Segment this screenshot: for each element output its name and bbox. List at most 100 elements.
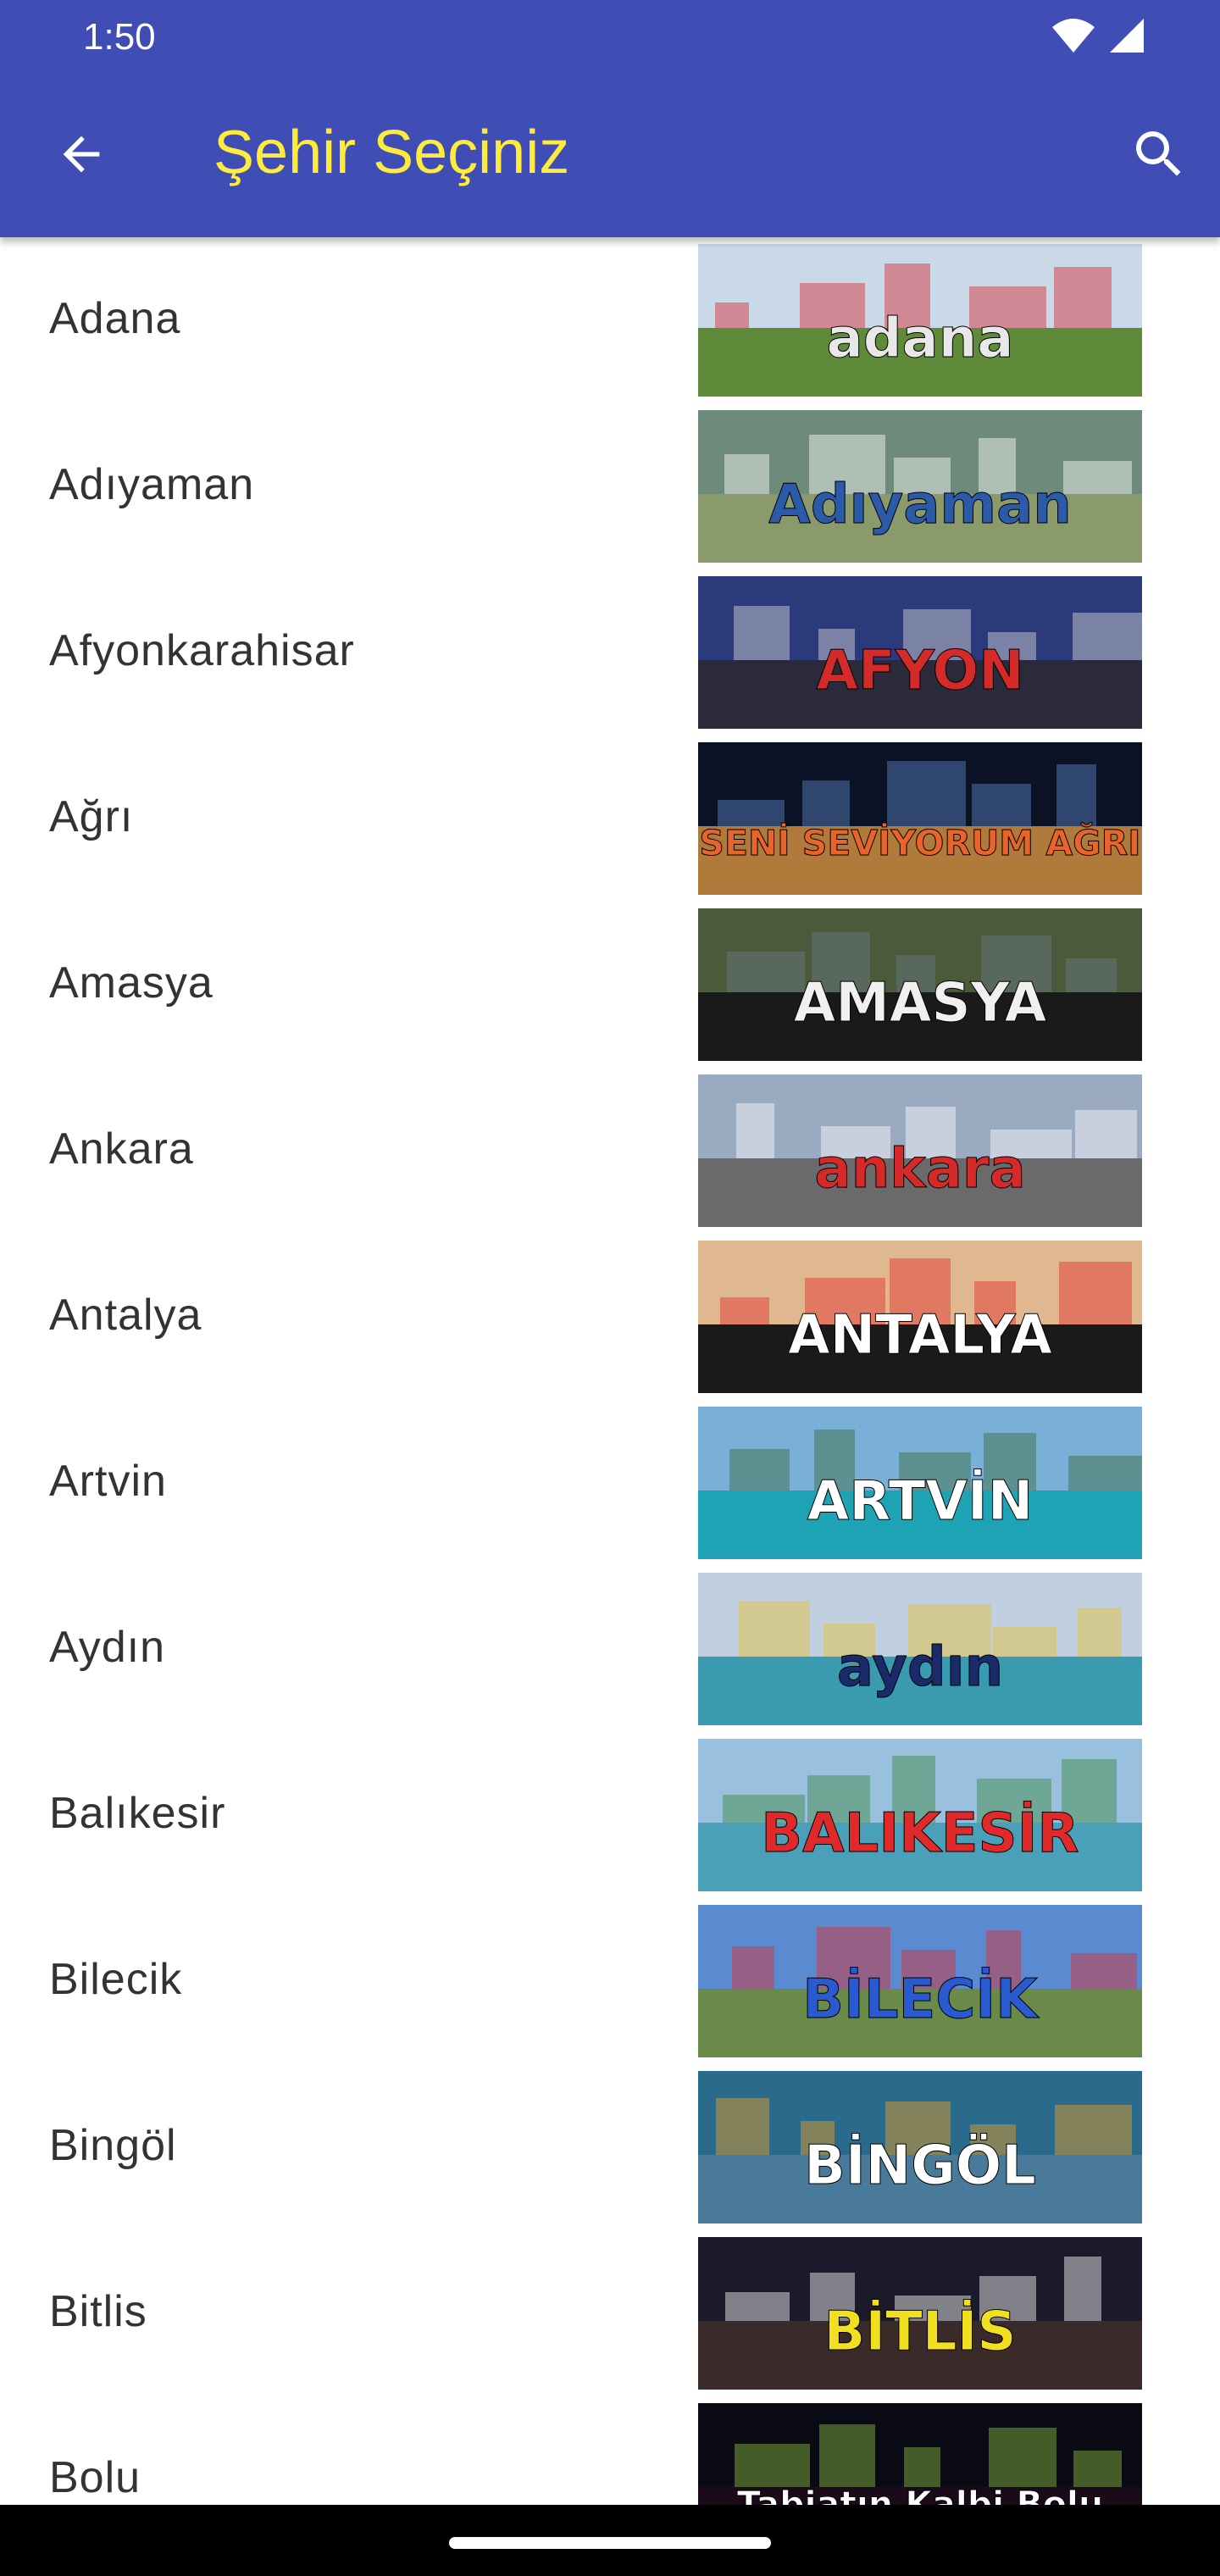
search-button[interactable] xyxy=(1118,115,1200,197)
photo-scenery xyxy=(724,454,769,494)
city-photo: BİLECİK xyxy=(698,1905,1142,2057)
list-item-7[interactable]: Artvin ARTVİN xyxy=(0,1400,1220,1566)
screen: 1:50 Şehir Seçiniz Adana adana Adıyaman … xyxy=(0,0,1220,2576)
city-photo-image: SENİ SEVİYORUM AĞRI xyxy=(698,742,1142,895)
city-photo-image: ARTVİN xyxy=(698,1407,1142,1559)
photo-scenery xyxy=(725,2292,790,2321)
signal-icon xyxy=(1108,17,1145,58)
photo-scenery xyxy=(1063,461,1132,494)
list-item-13[interactable]: Bolu Tabiatın Kalbi Bolu xyxy=(0,2396,1220,2508)
city-photo-image: Adıyaman xyxy=(698,410,1142,563)
photo-scenery xyxy=(734,606,790,660)
city-photo: SENİ SEVİYORUM AĞRI xyxy=(698,742,1142,895)
photo-city-sign: ANTALYA xyxy=(788,1304,1052,1367)
list-item-4[interactable]: Amasya AMASYA xyxy=(0,902,1220,1068)
home-indicator[interactable] xyxy=(449,2537,771,2549)
list-item-3[interactable]: Ağrı SENİ SEVİYORUM AĞRI xyxy=(0,736,1220,902)
page-title: Şehir Seçiniz xyxy=(214,119,570,186)
photo-scenery xyxy=(972,784,1031,826)
list-item-10[interactable]: Bilecik BİLECİK xyxy=(0,1898,1220,2064)
list-item-1[interactable]: Adıyaman Adıyaman xyxy=(0,403,1220,569)
photo-city-sign: AFYON xyxy=(816,640,1023,702)
photo-scenery xyxy=(736,1103,774,1158)
photo-scenery xyxy=(1064,2257,1101,2321)
arrow-left-icon xyxy=(54,127,108,186)
photo-city-sign: SENİ SEVİYORUM AĞRI xyxy=(699,823,1140,863)
photo-scenery xyxy=(1059,1262,1132,1324)
photo-scenery xyxy=(1073,2451,1122,2487)
photo-scenery xyxy=(1078,1607,1122,1657)
status-time: 1:50 xyxy=(83,16,156,58)
search-icon xyxy=(1128,124,1190,189)
city-photo: ARTVİN xyxy=(698,1407,1142,1559)
city-name: Artvin xyxy=(49,1457,167,1506)
list-item-5[interactable]: Ankara ankara xyxy=(0,1068,1220,1234)
photo-city-sign: ankara xyxy=(814,1138,1025,1201)
photo-city-sign: BİLECİK xyxy=(802,1967,1040,2031)
photo-scenery xyxy=(887,761,966,826)
city-photo: BALIKESİR xyxy=(698,1739,1142,1891)
navigation-bar xyxy=(0,2505,1220,2576)
city-name: Aydın xyxy=(49,1623,166,1672)
photo-scenery xyxy=(1066,958,1117,992)
city-name: Adana xyxy=(49,294,181,343)
list-item-2[interactable]: Afyonkarahisar AFYON xyxy=(0,569,1220,736)
city-photo: ANTALYA xyxy=(698,1241,1142,1393)
photo-scenery xyxy=(1055,2105,1132,2155)
photo-scenery xyxy=(715,303,749,328)
status-bar: 1:50 xyxy=(0,0,1220,75)
city-photo-image: aydın xyxy=(698,1573,1142,1725)
photo-city-sign: BALIKESİR xyxy=(761,1801,1079,1865)
city-name: Amasya xyxy=(49,958,214,1008)
photo-city-sign: Adıyaman xyxy=(768,474,1072,536)
city-name: Bitlis xyxy=(49,2287,147,2336)
list-item-11[interactable]: Bingöl BİNGÖL xyxy=(0,2064,1220,2230)
photo-scenery xyxy=(732,1946,774,1989)
photo-scenery xyxy=(720,1297,769,1324)
city-list: Adana adana Adıyaman Adıyaman Afyonkarah… xyxy=(0,237,1220,2508)
city-photo: BİNGÖL xyxy=(698,2071,1142,2223)
city-name: Bilecik xyxy=(49,1955,183,2004)
city-photo-image: BİTLİS xyxy=(698,2237,1142,2390)
city-photo-image: adana xyxy=(698,244,1142,397)
city-photo: Adıyaman xyxy=(698,410,1142,563)
city-photo: BİTLİS xyxy=(698,2237,1142,2390)
photo-scenery xyxy=(739,1601,810,1657)
list-item-6[interactable]: Antalya ANTALYA xyxy=(0,1234,1220,1400)
city-photo: AFYON xyxy=(698,576,1142,729)
city-name: Bingöl xyxy=(49,2121,177,2170)
city-photo: adana xyxy=(698,244,1142,397)
city-photo-image: BALIKESİR xyxy=(698,1739,1142,1891)
photo-scenery xyxy=(989,2428,1056,2487)
city-name: Balıkesir xyxy=(49,1789,226,1838)
photo-scenery xyxy=(1071,1953,1137,1989)
city-photo: ankara xyxy=(698,1074,1142,1227)
city-photo-image: Tabiatın Kalbi Bolu xyxy=(698,2403,1142,2508)
city-photo-image: AFYON xyxy=(698,576,1142,729)
photo-scenery xyxy=(1068,1456,1142,1491)
photo-scenery xyxy=(1056,764,1096,826)
photo-city-sign: BİTLİS xyxy=(824,2299,1017,2363)
list-item-0[interactable]: Adana adana xyxy=(0,237,1220,403)
city-photo-image: ANTALYA xyxy=(698,1241,1142,1393)
city-photo-image: BİLECİK xyxy=(698,1905,1142,2057)
photo-scenery xyxy=(802,780,850,826)
photo-city-sign: BİNGÖL xyxy=(804,2133,1036,2197)
photo-city-sign: ARTVİN xyxy=(807,1468,1034,1533)
city-photo-image: BİNGÖL xyxy=(698,2071,1142,2223)
city-photo-image: AMASYA xyxy=(698,908,1142,1061)
city-name: Bolu xyxy=(49,2453,141,2502)
city-name: Ankara xyxy=(49,1124,194,1174)
list-item-12[interactable]: Bitlis BİTLİS xyxy=(0,2230,1220,2396)
app-bar: Şehir Seçiniz xyxy=(0,75,1220,237)
city-photo: AMASYA xyxy=(698,908,1142,1061)
photo-scenery xyxy=(1073,613,1142,660)
photo-scenery xyxy=(735,2444,810,2487)
back-button[interactable] xyxy=(41,115,122,197)
city-name: Ağrı xyxy=(49,792,134,841)
city-name: Adıyaman xyxy=(49,460,255,509)
list-item-8[interactable]: Aydın aydın xyxy=(0,1566,1220,1732)
city-photo: Tabiatın Kalbi Bolu xyxy=(698,2403,1142,2508)
list-item-9[interactable]: Balıkesir BALIKESİR xyxy=(0,1732,1220,1898)
photo-scenery xyxy=(1054,267,1112,328)
